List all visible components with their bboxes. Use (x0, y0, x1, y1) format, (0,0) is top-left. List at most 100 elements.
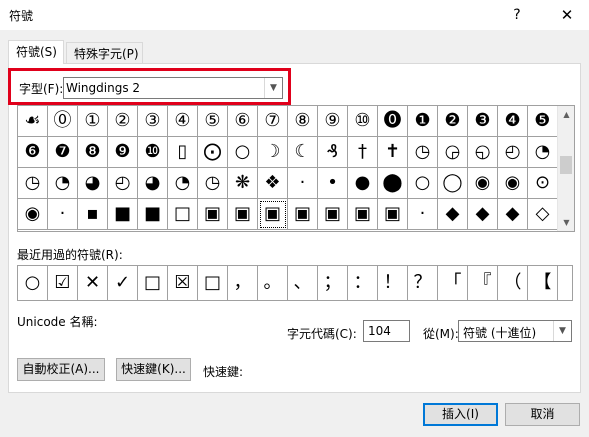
symbol-cell[interactable]: ③ (138, 106, 168, 137)
symbol-cell[interactable]: ▯ (168, 137, 198, 168)
character-code-input[interactable]: 104 (363, 320, 410, 342)
symbol-cell[interactable]: · (288, 168, 318, 199)
symbol-cell[interactable]: ◷ (18, 168, 48, 199)
scrollbar-thumb[interactable] (560, 156, 572, 174)
symbol-cell[interactable]: · (408, 199, 438, 230)
cancel-button[interactable]: 取消 (505, 403, 580, 426)
symbol-cell[interactable]: ○ (408, 168, 438, 199)
symbol-cell[interactable]: • (318, 168, 348, 199)
recent-symbol-cell[interactable]: ○ (18, 266, 48, 300)
symbol-cell[interactable]: ▣ (228, 199, 258, 230)
symbol-cell[interactable]: ◶ (438, 137, 468, 168)
symbol-cell[interactable]: ▣ (378, 199, 408, 230)
symbol-cell[interactable]: ❽ (78, 137, 108, 168)
recent-symbol-cell[interactable]: 【 (528, 266, 558, 300)
symbol-cell[interactable]: ○ (228, 137, 258, 168)
symbol-cell[interactable]: ⑤ (198, 106, 228, 137)
recent-symbol-cell[interactable]: ！ (378, 266, 408, 300)
tab-special-characters[interactable]: 特殊字元(P) (66, 42, 143, 64)
symbol-cell[interactable]: ◉ (498, 168, 528, 199)
symbol-cell[interactable]: ❷ (438, 106, 468, 137)
symbol-cell[interactable]: ① (78, 106, 108, 137)
symbol-cell[interactable]: ☽ (258, 137, 288, 168)
symbol-cell[interactable]: ❸ (468, 106, 498, 137)
recent-symbol-cell[interactable]: □ (138, 266, 168, 300)
symbol-cell[interactable]: ⑧ (288, 106, 318, 137)
symbol-cell[interactable]: ◯ (438, 168, 468, 199)
symbol-cell[interactable]: ◇ (528, 199, 558, 230)
symbol-cell[interactable]: ◔ (528, 137, 558, 168)
symbol-cell[interactable]: ⓿ (378, 106, 408, 137)
symbol-cell[interactable]: ❶ (408, 106, 438, 137)
recent-symbol-cell[interactable]: ？ (408, 266, 438, 300)
recent-symbol-cell[interactable]: 。 (258, 266, 288, 300)
insert-button[interactable]: 插入(I) (423, 403, 498, 426)
symbol-cell[interactable]: ❼ (48, 137, 78, 168)
symbol-cell[interactable]: ◆ (438, 199, 468, 230)
symbol-cell[interactable]: ◉ (468, 168, 498, 199)
symbol-cell[interactable]: ❾ (108, 137, 138, 168)
chevron-down-icon[interactable]: ▼ (264, 78, 282, 98)
recent-symbol-cell[interactable]: ✓ (108, 266, 138, 300)
symbol-cell[interactable]: ❿ (138, 137, 168, 168)
symbol-cell[interactable]: ◴ (498, 137, 528, 168)
symbol-cell[interactable]: ⊙ (528, 168, 558, 199)
symbol-cell[interactable]: ❖ (258, 168, 288, 199)
autocorrect-button[interactable]: 自動校正(A)... (17, 358, 105, 381)
symbol-cell[interactable]: ❹ (498, 106, 528, 137)
recent-symbol-cell[interactable]: ， (228, 266, 258, 300)
shortcut-key-button[interactable]: 快速鍵(K)... (116, 358, 191, 381)
symbol-cell[interactable]: ◷ (408, 137, 438, 168)
from-select[interactable]: 符號 (十進位) ▼ (458, 320, 572, 342)
symbol-cell[interactable]: ◆ (498, 199, 528, 230)
recent-symbol-cell[interactable]: （ (498, 266, 528, 300)
symbol-cell[interactable]: □ (168, 199, 198, 230)
symbol-cell[interactable]: ■ (138, 199, 168, 230)
symbol-cell[interactable]: ◕ (78, 168, 108, 199)
symbol-cell[interactable]: ⓪ (48, 106, 78, 137)
symbol-cell[interactable]: ⑦ (258, 106, 288, 137)
chevron-down-icon[interactable]: ▼ (553, 321, 571, 341)
symbol-cell[interactable]: ❺ (528, 106, 558, 137)
recent-symbol-cell[interactable]: □ (198, 266, 228, 300)
symbol-cell[interactable]: † (348, 137, 378, 168)
help-button[interactable]: ? (504, 2, 530, 28)
recent-symbol-cell[interactable]: ☒ (168, 266, 198, 300)
symbol-cell[interactable]: ▪ (78, 199, 108, 230)
symbol-cell[interactable]: ◕ (138, 168, 168, 199)
recent-symbol-cell[interactable]: ： (348, 266, 378, 300)
close-button[interactable]: ✕ (551, 2, 583, 28)
symbol-cell[interactable]: ◵ (468, 137, 498, 168)
recent-symbol-cell[interactable]: ✕ (78, 266, 108, 300)
symbol-cell[interactable]: ▣ (198, 199, 228, 230)
symbol-cell[interactable]: ▣ (258, 199, 288, 230)
symbol-cell[interactable]: ▣ (318, 199, 348, 230)
symbol-cell[interactable]: ◔ (168, 168, 198, 199)
font-select[interactable]: Wingdings 2 ▼ (63, 77, 283, 99)
recent-symbol-cell[interactable]: 『 (468, 266, 498, 300)
symbol-cell[interactable]: ② (108, 106, 138, 137)
symbol-cell[interactable]: ◉ (18, 199, 48, 230)
symbol-cell[interactable]: ✝ (378, 137, 408, 168)
symbol-cell[interactable]: ● (348, 168, 378, 199)
symbol-cell[interactable]: ❻ (18, 137, 48, 168)
symbol-cell[interactable]: ◆ (468, 199, 498, 230)
symbol-cell[interactable]: · (48, 199, 78, 230)
symbol-cell[interactable]: ☙ (18, 106, 48, 137)
symbol-cell[interactable]: ❋ (228, 168, 258, 199)
recent-symbol-cell[interactable]: 「 (438, 266, 468, 300)
symbol-cell[interactable]: ◷ (198, 168, 228, 199)
symbol-cell[interactable]: ⑥ (228, 106, 258, 137)
symbol-cell[interactable]: ₰ (318, 137, 348, 168)
scroll-down-icon[interactable]: ▼ (558, 214, 575, 231)
symbol-cell[interactable]: ■ (108, 199, 138, 230)
symbol-cell[interactable]: ⨀ (198, 137, 228, 168)
symbol-cell[interactable]: ▣ (288, 199, 318, 230)
recent-symbol-cell[interactable]: ☑ (48, 266, 78, 300)
symbol-cell[interactable]: ⬤ (378, 168, 408, 199)
symbol-grid-scrollbar[interactable]: ▲ ▼ (557, 106, 574, 231)
recent-symbol-cell[interactable]: ； (318, 266, 348, 300)
recent-symbol-cell[interactable]: 、 (288, 266, 318, 300)
symbol-cell[interactable]: ▣ (348, 199, 378, 230)
symbol-cell[interactable]: ④ (168, 106, 198, 137)
